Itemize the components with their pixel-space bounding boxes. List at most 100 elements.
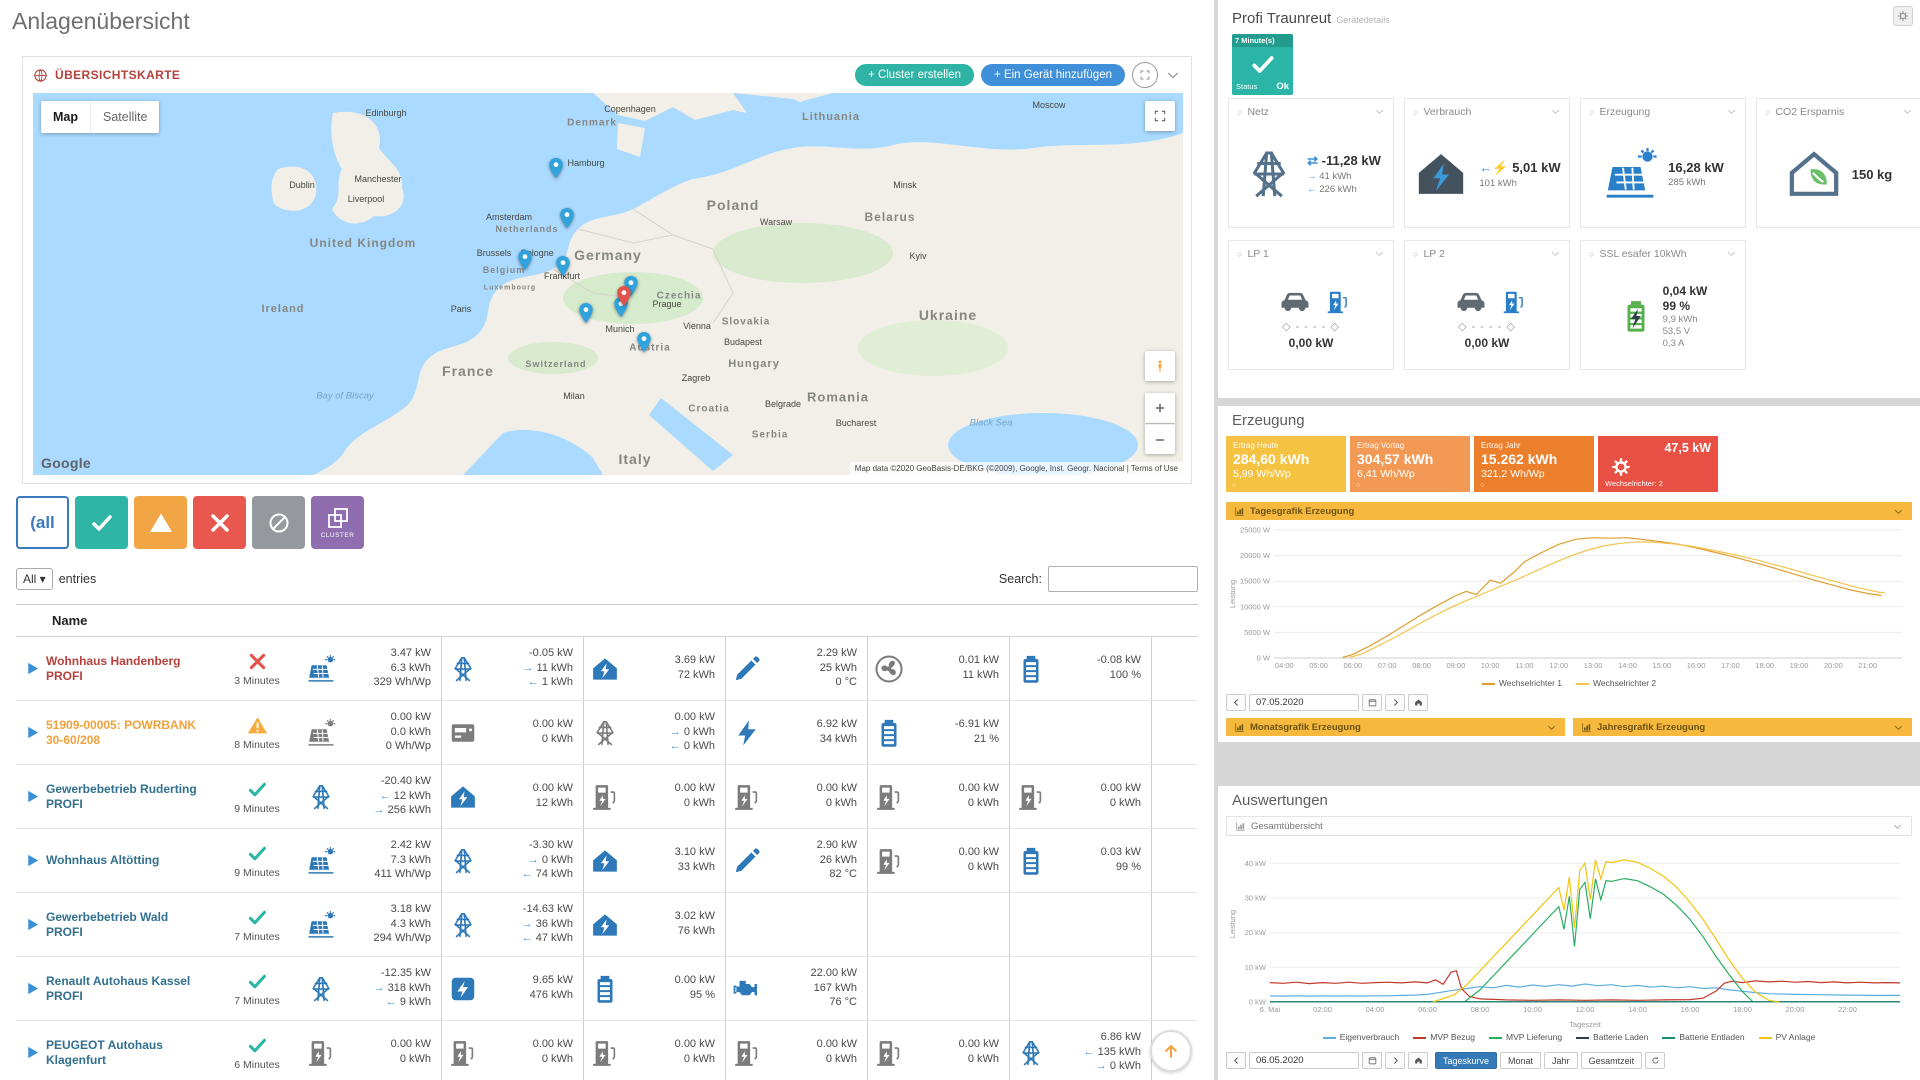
status-minutes: 9 Minutes — [234, 867, 280, 879]
expand-row-button[interactable] — [18, 847, 46, 875]
card-sub-value: ← 226 kWh — [1307, 184, 1381, 195]
year-chart-chevron[interactable] — [1893, 722, 1904, 733]
filter-cluster[interactable]: CLUSTER — [311, 496, 364, 549]
add-device-button[interactable]: + Ein Gerät hinzufügen — [981, 64, 1125, 86]
pegman-button[interactable] — [1145, 351, 1175, 381]
card-header[interactable]: ○LP 2 — [1405, 241, 1569, 266]
next-day-button[interactable] — [1385, 1052, 1405, 1069]
card-chevron-icon[interactable] — [1374, 248, 1385, 259]
card-chevron-icon[interactable] — [1550, 248, 1561, 259]
filter-warning[interactable] — [134, 496, 187, 549]
zoom-in-button[interactable] — [1145, 393, 1175, 423]
filter-no-cluster[interactable] — [252, 496, 305, 549]
device-name[interactable]: Gewerbebetrieb Ruderting PROFI — [46, 782, 214, 812]
map-pin[interactable] — [514, 244, 537, 276]
svg-text:10:00: 10:00 — [1481, 661, 1500, 670]
map-canvas[interactable]: United KingdomIrelandFranceGermanyPoland… — [33, 93, 1183, 475]
next-day-button[interactable] — [1385, 694, 1405, 711]
card-header[interactable]: ○Netz — [1229, 99, 1393, 124]
range-gesamtzeit[interactable]: Gesamtzeit — [1581, 1052, 1643, 1069]
day-date-field[interactable]: 07.05.2020 — [1249, 694, 1359, 711]
calendar-button[interactable] — [1362, 1052, 1382, 1069]
range-tageskurve[interactable]: Tageskurve — [1435, 1052, 1497, 1069]
day-chart-header[interactable]: Tagesgrafik Erzeugung — [1226, 502, 1912, 520]
expand-row-button[interactable] — [18, 975, 46, 1003]
search-input[interactable] — [1048, 566, 1198, 592]
device-name[interactable]: 51909-00005: POWRBANK 30-60/208 — [46, 718, 214, 748]
metric-value: 0.00 kW — [386, 711, 431, 725]
card-header[interactable]: ○SSL esafer 10kWh — [1581, 241, 1745, 266]
card-chevron-icon[interactable] — [1550, 106, 1561, 117]
metric-bolt-box: 9.65 kW476 kWh — [442, 957, 584, 1020]
scroll-top-button[interactable] — [1150, 1030, 1192, 1072]
metric-bolt: 6.92 kW34 kWh — [726, 701, 868, 764]
range-monat[interactable]: Monat — [1500, 1052, 1541, 1069]
overview-date-field[interactable]: 06.05.2020 — [1249, 1052, 1359, 1069]
day-chart-chevron[interactable] — [1893, 506, 1904, 517]
device-name[interactable]: Renault Autohaus Kassel PROFI — [46, 974, 214, 1004]
collapse-card-chevron[interactable] — [1165, 67, 1181, 83]
card-chevron-icon[interactable] — [1902, 106, 1913, 117]
settings-icon[interactable] — [1893, 6, 1913, 26]
calendar-button[interactable] — [1362, 694, 1382, 711]
expand-row-button[interactable] — [18, 719, 46, 747]
refresh-button[interactable] — [1645, 1052, 1665, 1069]
expand-card-button[interactable] — [1132, 62, 1158, 88]
expand-row-button[interactable] — [18, 655, 46, 683]
flow-arrow: ← — [380, 790, 391, 802]
map-pin[interactable] — [556, 202, 579, 234]
expand-row-button[interactable] — [18, 911, 46, 939]
map-pin[interactable] — [575, 297, 598, 329]
year-chart-header[interactable]: Jahresgrafik Erzeugung — [1573, 718, 1912, 736]
metric-empty — [1010, 701, 1152, 764]
prev-day-button[interactable] — [1226, 1052, 1246, 1069]
month-chart-header[interactable]: Monatsgrafik Erzeugung — [1226, 718, 1565, 736]
card-chevron-icon[interactable] — [1726, 106, 1737, 117]
status-label: Status — [1236, 82, 1257, 91]
home-button[interactable] — [1408, 1052, 1428, 1069]
svg-text:12:00: 12:00 — [1549, 661, 1568, 670]
map-pin[interactable] — [545, 152, 568, 184]
metric-house-bolt: 0.00 kW12 kWh — [442, 765, 584, 828]
zoom-out-button[interactable] — [1145, 424, 1175, 454]
map-pin[interactable] — [613, 280, 636, 312]
card-chevron-icon[interactable] — [1726, 248, 1737, 259]
create-cluster-button[interactable]: + Cluster erstellen — [855, 64, 974, 86]
card-header[interactable]: ○LP 1 — [1229, 241, 1393, 266]
device-name[interactable]: Gewerbebetrieb Wald PROFI — [46, 910, 214, 940]
device-name[interactable]: Wohnhaus Altötting — [46, 853, 214, 868]
map-pin[interactable] — [552, 250, 575, 282]
table-controls: All ▾ entries Search: — [16, 566, 1198, 592]
overview-chart-chevron[interactable] — [1892, 821, 1903, 832]
range-jahr[interactable]: Jahr — [1544, 1052, 1578, 1069]
device-name[interactable]: Wohnhaus Handenberg PROFI — [46, 654, 214, 684]
overview-chart-header[interactable]: Gesamtübersicht — [1226, 816, 1912, 836]
metric-house-bolt: 3.02 kW76 kWh — [584, 893, 726, 956]
status-tile[interactable]: 7 Minute(s) Status Ok — [1232, 34, 1293, 95]
map-pin[interactable] — [633, 326, 656, 358]
metric-value: 0 Wh/Wp — [386, 740, 431, 754]
metric-empty — [726, 893, 868, 956]
card-chevron-icon[interactable] — [1374, 106, 1385, 117]
filter-ok[interactable] — [75, 496, 128, 549]
month-chart-chevron[interactable] — [1546, 722, 1557, 733]
yield-tile: 47,5 kWWechselrichter: 2 — [1598, 436, 1718, 492]
map-attribution: Map data ©2020 GeoBasis-DE/BKG (©2009), … — [850, 462, 1183, 475]
map-type-satellite[interactable]: Satellite — [90, 101, 159, 133]
metric-charging: 0.00 kW0 kWh — [868, 829, 1010, 892]
entries-select[interactable]: All ▾ — [16, 568, 53, 590]
expand-row-button[interactable] — [18, 783, 46, 811]
card-header[interactable]: ○CO2 Ersparnis — [1757, 99, 1920, 124]
filter-all[interactable]: (all — [16, 496, 69, 549]
device-name[interactable]: PEUGEOT Autohaus Klagenfurt — [46, 1038, 214, 1068]
fullscreen-button[interactable] — [1145, 101, 1175, 131]
card-header[interactable]: ○Erzeugung — [1581, 99, 1745, 124]
home-button[interactable] — [1408, 694, 1428, 711]
map-type-map[interactable]: Map — [41, 101, 90, 133]
tile-value: 304,57 kWh — [1357, 451, 1463, 467]
expand-row-button[interactable] — [18, 1039, 46, 1067]
filter-error[interactable] — [193, 496, 246, 549]
prev-day-button[interactable] — [1226, 694, 1246, 711]
pylon-icon — [1016, 1038, 1046, 1068]
card-header[interactable]: ○Verbrauch — [1405, 99, 1569, 124]
